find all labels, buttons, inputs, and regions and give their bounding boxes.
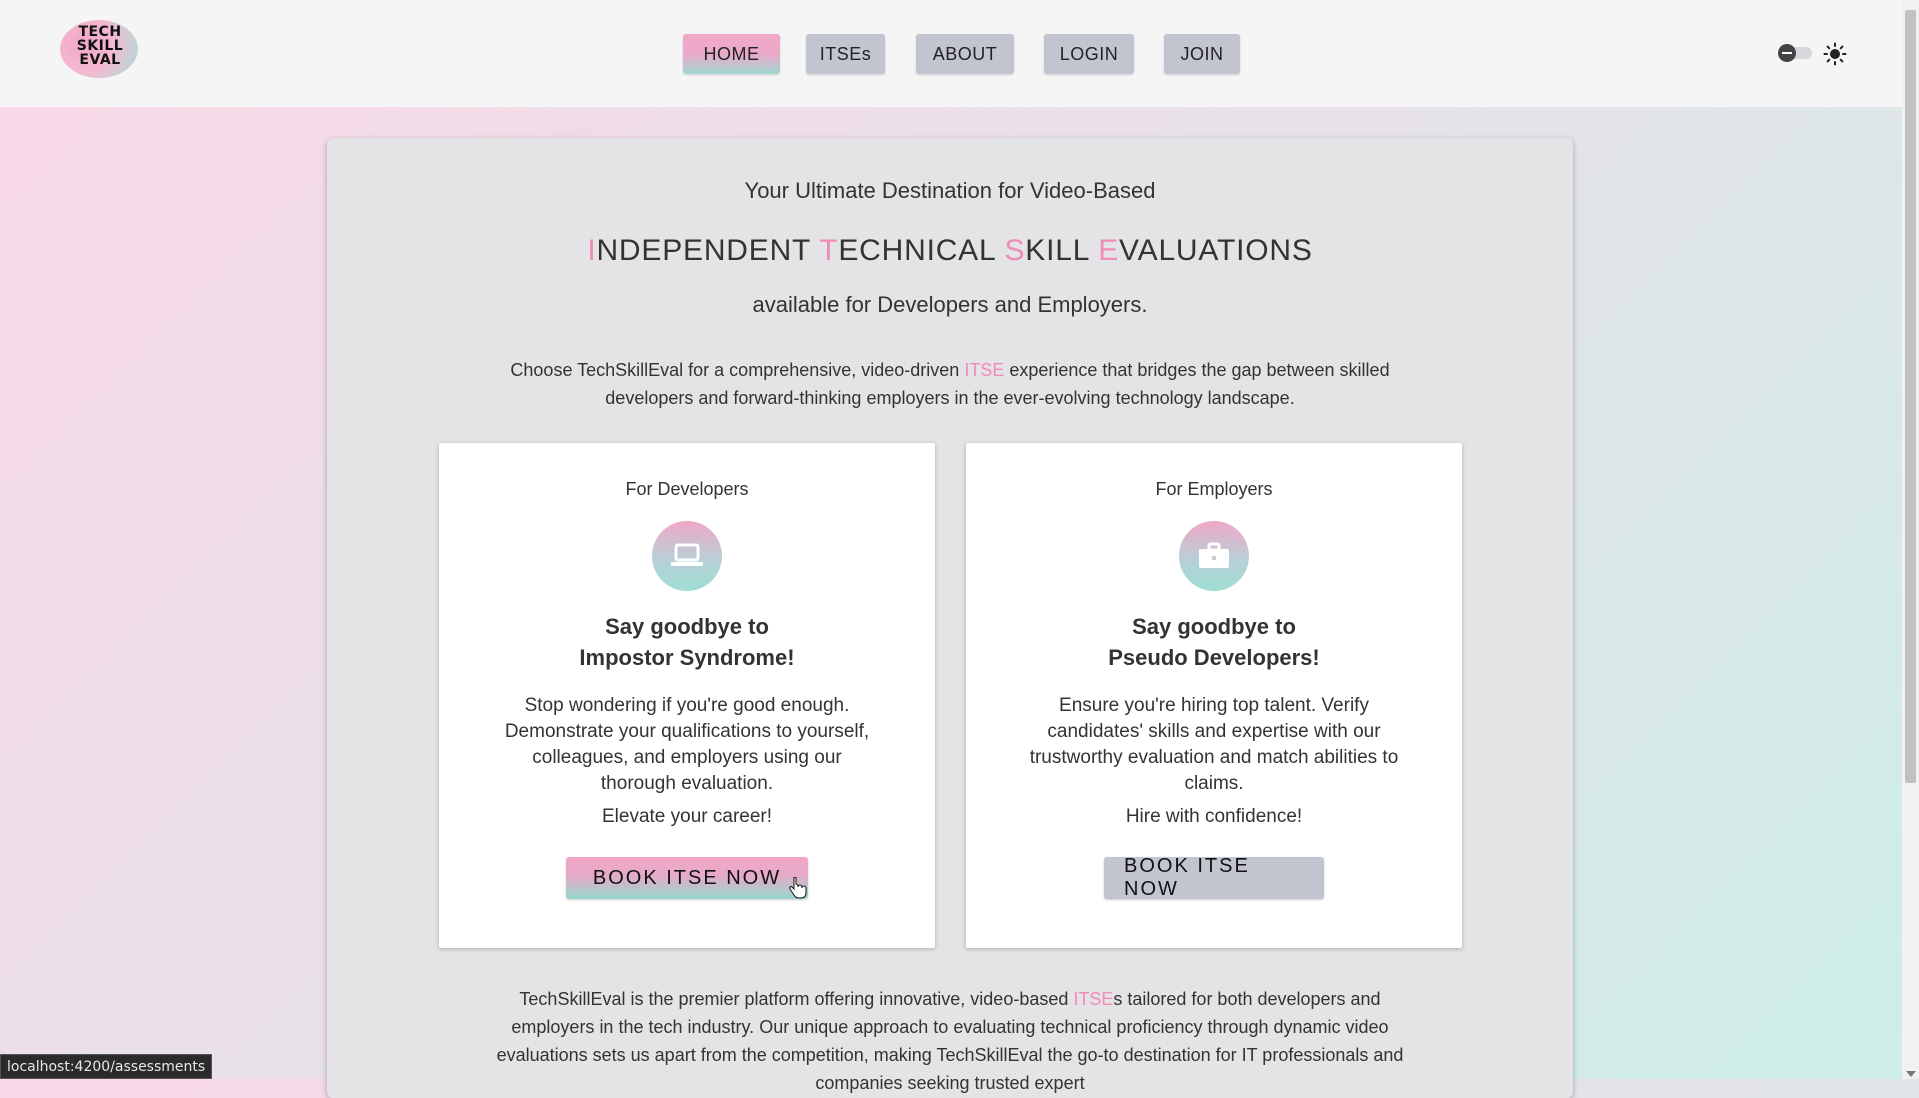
scroll-down-arrow-icon[interactable] <box>1906 1071 1916 1077</box>
hero-subline: available for Developers and Employers. <box>752 292 1148 317</box>
nav-join-button[interactable]: JOIN <box>1164 34 1240 74</box>
developers-panel: For Developers Say goodbye to Impostor S… <box>439 443 935 948</box>
techskilleval-logo[interactable]: TECH SKILL EVAL <box>60 18 140 80</box>
employers-body: Ensure you're hiring top talent. Verify … <box>1029 695 1399 794</box>
top-navbar: TECH SKILL EVAL HOME ITSEs ABOUT LOGIN J… <box>0 0 1902 107</box>
developers-body: Stop wondering if you're good enough. De… <box>504 695 870 794</box>
employers-title: Say goodbye to Pseudo Developers! <box>1108 614 1320 670</box>
briefcase-icon <box>1179 521 1249 591</box>
scrollbar-thumb[interactable] <box>1905 10 1916 783</box>
sun-icon[interactable] <box>1823 42 1847 66</box>
logo-text: TECH SKILL EVAL <box>76 24 124 68</box>
minus-circle-icon <box>1778 44 1796 62</box>
employers-cta: Hire with confidence! <box>1125 806 1303 827</box>
nav-about-button[interactable]: ABOUT <box>916 34 1014 74</box>
hero-tagline: Your Ultimate Destination for Video-Base… <box>744 178 1156 203</box>
nav-login-button[interactable]: LOGIN <box>1044 34 1134 74</box>
developers-title: Say goodbye to Impostor Syndrome! <box>579 614 795 670</box>
hero-headline: INDEPENDENT TECHNICAL SKILL EVALUATIONS <box>587 234 1313 267</box>
employers-panel: For Employers Say goodbye to Pseudo Deve… <box>966 443 1462 948</box>
developers-cta: Elevate your career! <box>601 806 773 827</box>
browser-status-url: localhost:4200/assessments <box>0 1054 213 1079</box>
about-paragraph: TechSkillEval is the premier platform of… <box>496 989 1404 1093</box>
page-scrollbar[interactable] <box>1902 0 1919 1079</box>
nav-itses-button[interactable]: ITSEs <box>806 34 885 74</box>
laptop-icon <box>652 521 722 591</box>
employers-label: For Employers <box>1155 479 1273 499</box>
hero-card: Your Ultimate Destination for Video-Base… <box>327 138 1573 1098</box>
nav-home-button[interactable]: HOME <box>683 34 780 74</box>
employers-book-itse-button[interactable]: BOOK ITSE NOW <box>1104 855 1324 900</box>
theme-toggle[interactable] <box>1778 44 1816 62</box>
developers-book-itse-button[interactable]: BOOK ITSE NOW <box>566 857 808 899</box>
developers-label: For Developers <box>625 479 749 499</box>
hero-intro: Choose TechSkillEval for a comprehensive… <box>510 360 1390 408</box>
hand-cursor-icon <box>789 877 807 899</box>
